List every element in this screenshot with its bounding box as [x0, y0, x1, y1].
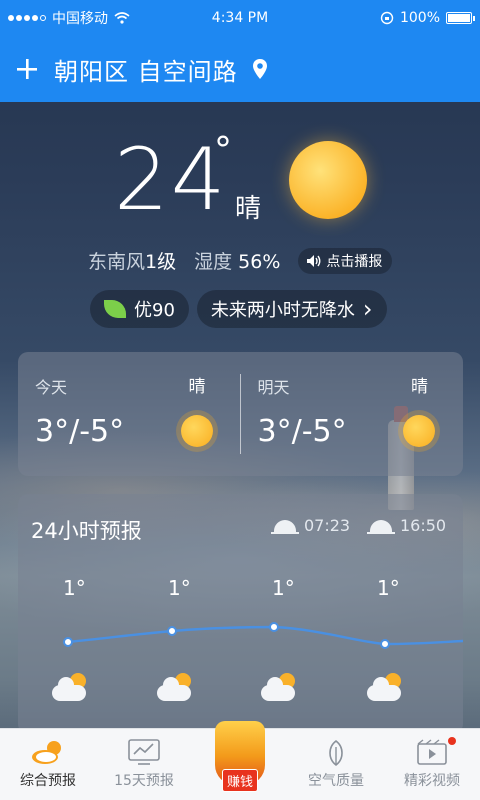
battery-icon	[446, 12, 475, 24]
status-bar: 中国移动 4:34 PM 100%	[0, 0, 480, 36]
hour-point	[269, 622, 279, 632]
tab-label: 精彩视频	[404, 773, 460, 789]
hour-temperature: 1°	[377, 576, 400, 600]
partly-cloudy-icon	[367, 673, 403, 701]
bottom-tab-bar: 综合预报 15天预报 赚钱 空气质量 精彩视频	[0, 721, 480, 800]
day-label: 明天	[257, 378, 290, 397]
humidity-value: 56%	[238, 251, 281, 273]
tab-15day-forecast[interactable]: 15天预报	[96, 729, 192, 800]
wind-label: 东南风	[88, 251, 146, 273]
day-temp-range: 3°/-5°	[35, 414, 125, 449]
humidity-label: 湿度	[194, 251, 233, 273]
day-condition: 晴	[411, 377, 428, 397]
broadcast-label: 点击播报	[326, 253, 383, 270]
pin-icon[interactable]	[252, 59, 268, 79]
earn-label: 赚钱	[221, 769, 259, 792]
cloud-sun-icon	[32, 741, 61, 764]
sunset-info: 16:50	[367, 516, 447, 535]
tab-label: 空气质量	[308, 773, 364, 789]
sun-icon	[403, 415, 435, 447]
wind-value: 1级	[145, 251, 177, 273]
info-chips: 优90 未来两小时无降水 ›	[90, 290, 387, 328]
humidity-info: 湿度 56%	[194, 247, 280, 274]
carrier-label: 中国移动	[52, 11, 108, 27]
hour-temperature: 1°	[168, 576, 191, 600]
partly-cloudy-icon	[157, 673, 193, 701]
add-city-button[interactable]	[16, 53, 44, 85]
current-temp-block: 24 °	[114, 130, 232, 230]
leaf-icon	[104, 300, 126, 318]
day-condition: 晴	[188, 377, 206, 397]
day-temp-range: 3°/-5°	[257, 414, 347, 449]
location-title[interactable]: 朝阳区 自空间路	[54, 52, 238, 87]
current-condition: 晴	[235, 194, 262, 224]
status-left: 中国移动	[8, 8, 130, 28]
current-temperature: 24	[114, 130, 228, 230]
aqi-value: 优90	[134, 300, 175, 321]
hourly-forecast-title: 24小时预报	[31, 519, 142, 543]
sun-icon	[180, 415, 213, 447]
video-icon	[417, 739, 447, 765]
sunrise-icon	[271, 519, 299, 534]
sunset-icon	[367, 519, 395, 534]
tomorrow-summary[interactable]: 明天 晴 3°/-5°	[241, 352, 464, 476]
rain-notice-text: 未来两小时无降水	[210, 300, 355, 321]
app-header: 朝阳区 自空间路	[0, 36, 480, 102]
tab-label: 综合预报	[20, 773, 76, 789]
tab-air-quality[interactable]: 空气质量	[288, 729, 384, 800]
rain-notice-chip[interactable]: 未来两小时无降水 ›	[196, 290, 387, 328]
wind-info: 东南风1级	[88, 247, 176, 274]
chart-screen-icon	[128, 739, 160, 765]
plus-icon	[17, 59, 37, 79]
chevron-right-icon: ›	[362, 295, 373, 323]
hour-point	[380, 639, 390, 649]
hourly-temperature-line	[63, 622, 463, 649]
day-label: 今天	[35, 378, 68, 397]
tab-videos[interactable]: 精彩视频	[384, 729, 480, 800]
hourly-forecast-card: 24小时预报 07:23 16:50 1° 1° 1° 1°	[18, 494, 463, 734]
sunset-time: 16:50	[400, 516, 447, 535]
sunrise-time: 07:23	[304, 516, 351, 535]
notification-dot	[448, 737, 456, 745]
hour-temperature: 1°	[63, 576, 86, 600]
today-summary[interactable]: 今天 晴 3°/-5°	[18, 352, 241, 476]
tab-label: 15天预报	[114, 773, 174, 789]
tab-overview[interactable]: 综合预报	[0, 729, 96, 800]
hour-temperature: 1°	[272, 576, 295, 600]
partly-cloudy-icon	[52, 673, 88, 701]
partly-cloudy-icon	[261, 673, 297, 701]
wifi-icon	[114, 12, 130, 24]
hour-point	[63, 637, 73, 647]
aqi-chip[interactable]: 优90	[90, 290, 189, 328]
status-right: 100%	[380, 10, 475, 26]
signal-icon	[8, 15, 46, 21]
sunrise-info: 07:23	[271, 516, 351, 535]
rotation-lock-icon	[380, 11, 394, 25]
daily-summary-card[interactable]: 今天 晴 3°/-5° 明天 晴 3°/-5°	[18, 352, 463, 476]
degree-symbol: °	[214, 130, 232, 171]
current-meta: 东南风1级 湿度 56% 点击播报	[88, 247, 393, 274]
broadcast-button[interactable]: 点击播报	[298, 247, 393, 274]
leaf-icon	[329, 739, 343, 767]
status-time: 4:34 PM	[211, 10, 269, 26]
battery-percent: 100%	[399, 10, 440, 26]
tab-earn-money[interactable]: 赚钱	[192, 721, 288, 800]
sun-icon	[289, 141, 367, 219]
speaker-icon	[307, 254, 321, 267]
hour-point	[167, 626, 177, 636]
